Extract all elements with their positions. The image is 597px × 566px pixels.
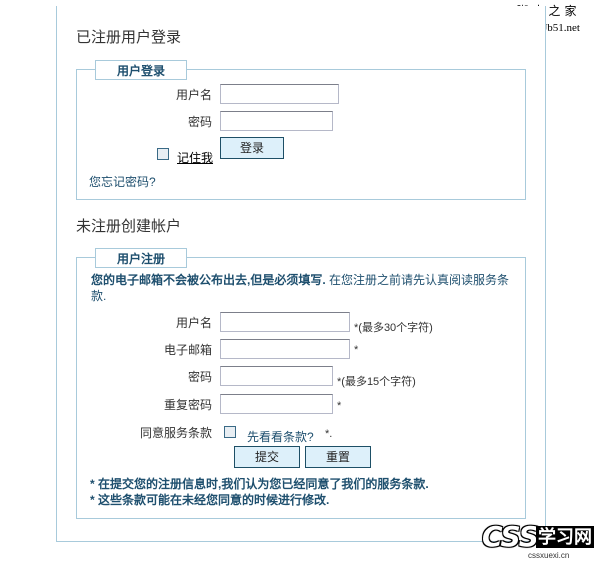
view-terms-link[interactable]: 先看看条款? <box>247 428 314 445</box>
register-notice: 您的电子邮箱不会被公布出去,但是必须填写. 在您注册之前请先认真阅读服务条款. <box>91 272 521 304</box>
register-email-hint: * <box>354 344 359 356</box>
submit-button[interactable]: 提交 <box>234 446 300 468</box>
register-username-hint: *(最多30个字符) <box>354 322 433 334</box>
reset-button[interactable]: 重置 <box>305 446 371 468</box>
register-password-hint: *(最多15个字符) <box>337 376 416 388</box>
login-button[interactable]: 登录 <box>220 137 284 159</box>
logo-url: cssxuexi.cn <box>528 551 570 560</box>
register-notice-bold: 您的电子邮箱不会被公布出去,但是必须填写. <box>91 273 326 287</box>
remember-me-label[interactable]: 记住我 <box>177 149 213 166</box>
logo-brand: CSS <box>482 520 539 553</box>
register-repeat-password-hint: * <box>337 400 342 412</box>
agree-terms-checkbox[interactable] <box>224 426 236 438</box>
terms-note-2: * 这些条款可能在未经您同意的时候进行修改. <box>90 493 330 507</box>
login-legend: 用户登录 <box>95 60 187 80</box>
site-logo: CSS 学习网 cssxuexi.cn <box>478 520 597 566</box>
register-username-input[interactable] <box>220 312 350 332</box>
register-password-input[interactable] <box>220 366 333 386</box>
register-email-input[interactable] <box>220 339 350 359</box>
register-repeat-password-input[interactable] <box>220 394 333 414</box>
login-password-label: 密码 <box>187 115 212 129</box>
remember-me-checkbox[interactable] <box>157 148 169 160</box>
register-legend: 用户注册 <box>95 248 187 268</box>
agree-terms-label: 同意服务条款 <box>139 426 212 440</box>
agree-terms-hint: *. <box>325 428 333 440</box>
register-username-label: 用户名 <box>175 316 212 330</box>
register-section-title: 未注册创建帐户 <box>76 218 182 235</box>
login-username-label: 用户名 <box>175 88 212 102</box>
login-section-title: 已注册用户登录 <box>76 29 182 46</box>
login-username-input[interactable] <box>220 84 339 104</box>
register-email-label: 电子邮箱 <box>163 343 212 357</box>
register-password-label: 密码 <box>187 370 212 384</box>
logo-cn: 学习网 <box>536 526 594 548</box>
register-repeat-password-label: 重复密码 <box>163 398 212 412</box>
forgot-password-link[interactable]: 您忘记密码? <box>89 173 156 190</box>
login-password-input[interactable] <box>220 111 333 131</box>
terms-note-1: * 在提交您的注册信息时,我们认为您已经同意了我们的服务条款. <box>90 477 429 491</box>
